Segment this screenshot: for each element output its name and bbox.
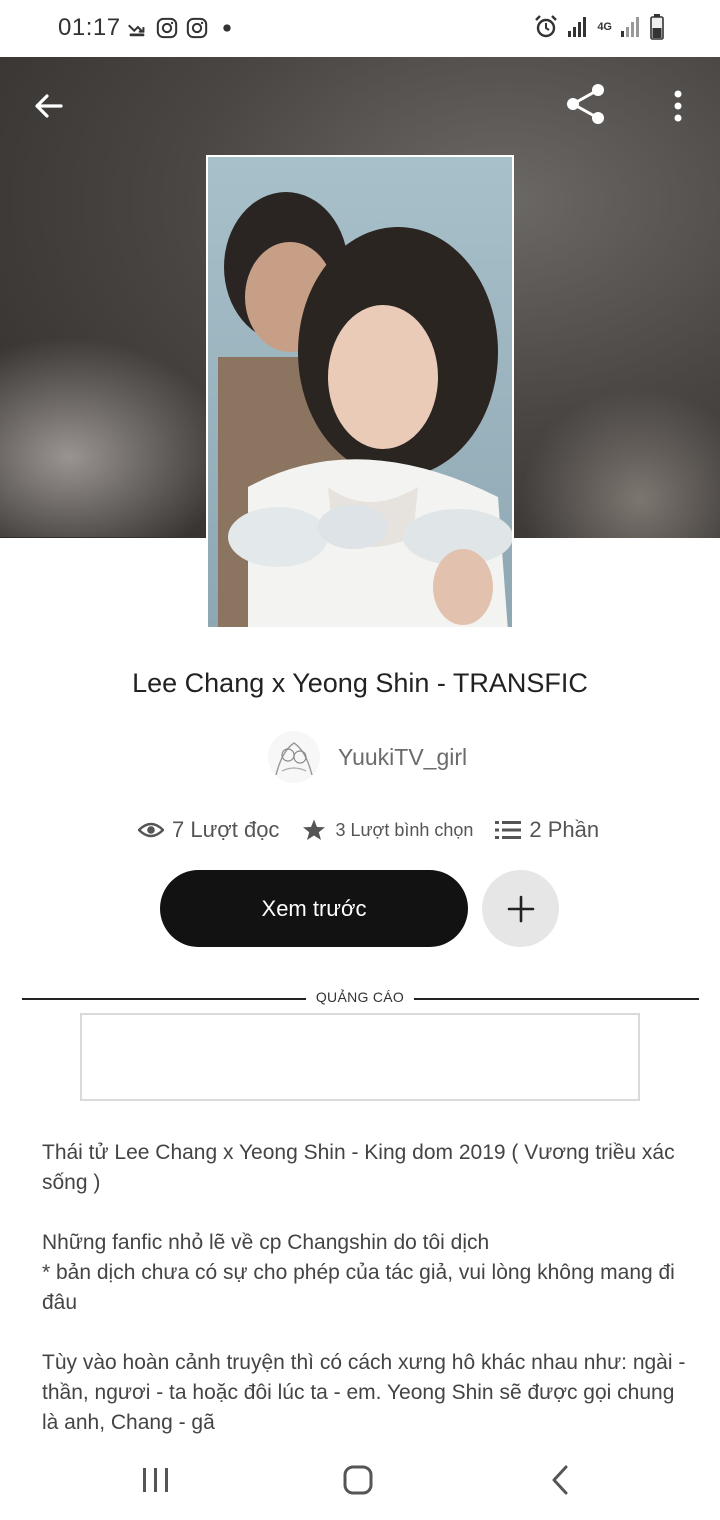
author-avatar[interactable] <box>268 731 320 783</box>
story-description: Thái tử Lee Chang x Yeong Shin - King do… <box>42 1138 687 1468</box>
description-paragraph: Thái tử Lee Chang x Yeong Shin - King do… <box>42 1141 675 1194</box>
instagram-icon <box>156 17 178 39</box>
recents-icon <box>143 1468 168 1492</box>
signal-icon <box>621 17 639 37</box>
story-cover[interactable] <box>206 155 514 629</box>
alarm-icon <box>535 15 558 38</box>
votes-stat: 3 Lượt bình chọn <box>301 818 473 842</box>
reads-count: 7 Lượt đọc <box>172 817 280 842</box>
arrow-left-icon <box>35 94 63 118</box>
battery-icon <box>650 14 664 40</box>
home-icon <box>343 1465 373 1495</box>
avatar-icon <box>268 731 320 783</box>
more-button[interactable] <box>656 84 700 128</box>
status-right-icons: 4G <box>533 14 664 40</box>
ad-label: QUẢNG CÁO <box>315 989 405 1005</box>
home-button[interactable] <box>328 1458 388 1502</box>
reads-stat: 7 Lượt đọc <box>138 817 279 843</box>
description-paragraph: Những fanfic nhỏ lẽ về cp Changshin do t… <box>42 1231 675 1314</box>
story-title: Lee Chang x Yeong Shin - TRANSFIC <box>132 668 588 698</box>
ad-slot[interactable] <box>80 1013 640 1101</box>
list-icon <box>495 821 522 839</box>
4g-icon: 4G <box>597 20 612 33</box>
share-button[interactable] <box>564 82 608 126</box>
status-bar: 01:17 4G <box>0 0 720 57</box>
plus-icon <box>507 895 534 922</box>
back-chevron-icon <box>552 1465 568 1495</box>
more-vert-icon <box>674 90 682 122</box>
instagram-icon <box>186 17 208 39</box>
ad-divider-left <box>22 998 306 1000</box>
missed-call-icon <box>128 24 145 37</box>
signal-icon <box>568 17 587 37</box>
nav-back-button[interactable] <box>530 1458 590 1502</box>
preview-button[interactable]: Xem trước <box>160 870 468 947</box>
author-row[interactable]: YuukiTV_girl <box>268 730 467 784</box>
star-icon <box>303 819 326 840</box>
eye-icon <box>138 822 164 838</box>
status-time: 01:17 <box>58 14 121 41</box>
recents-button[interactable] <box>126 1458 186 1502</box>
votes-count: 3 Lượt bình chọn <box>335 819 474 840</box>
system-nav-bar <box>0 1440 720 1520</box>
status-left-icons <box>126 17 238 39</box>
author-name[interactable]: YuukiTV_girl <box>338 744 467 771</box>
story-stats: 7 Lượt đọc 3 Lượt bình chọn 2 Phần <box>138 814 621 846</box>
hero-blur <box>0 337 230 537</box>
parts-count: 2 Phần <box>529 817 600 842</box>
description-paragraph: Tùy vào hoàn cảnh truyện thì có cách xưn… <box>42 1351 686 1434</box>
back-button[interactable] <box>27 84 71 128</box>
cover-illustration <box>208 157 512 627</box>
ad-divider-right <box>414 998 699 1000</box>
hero-blur <box>520 387 720 538</box>
add-to-library-button[interactable] <box>482 870 559 947</box>
share-icon <box>567 84 604 124</box>
parts-stat: 2 Phần <box>495 817 599 843</box>
dot-icon <box>223 24 231 32</box>
